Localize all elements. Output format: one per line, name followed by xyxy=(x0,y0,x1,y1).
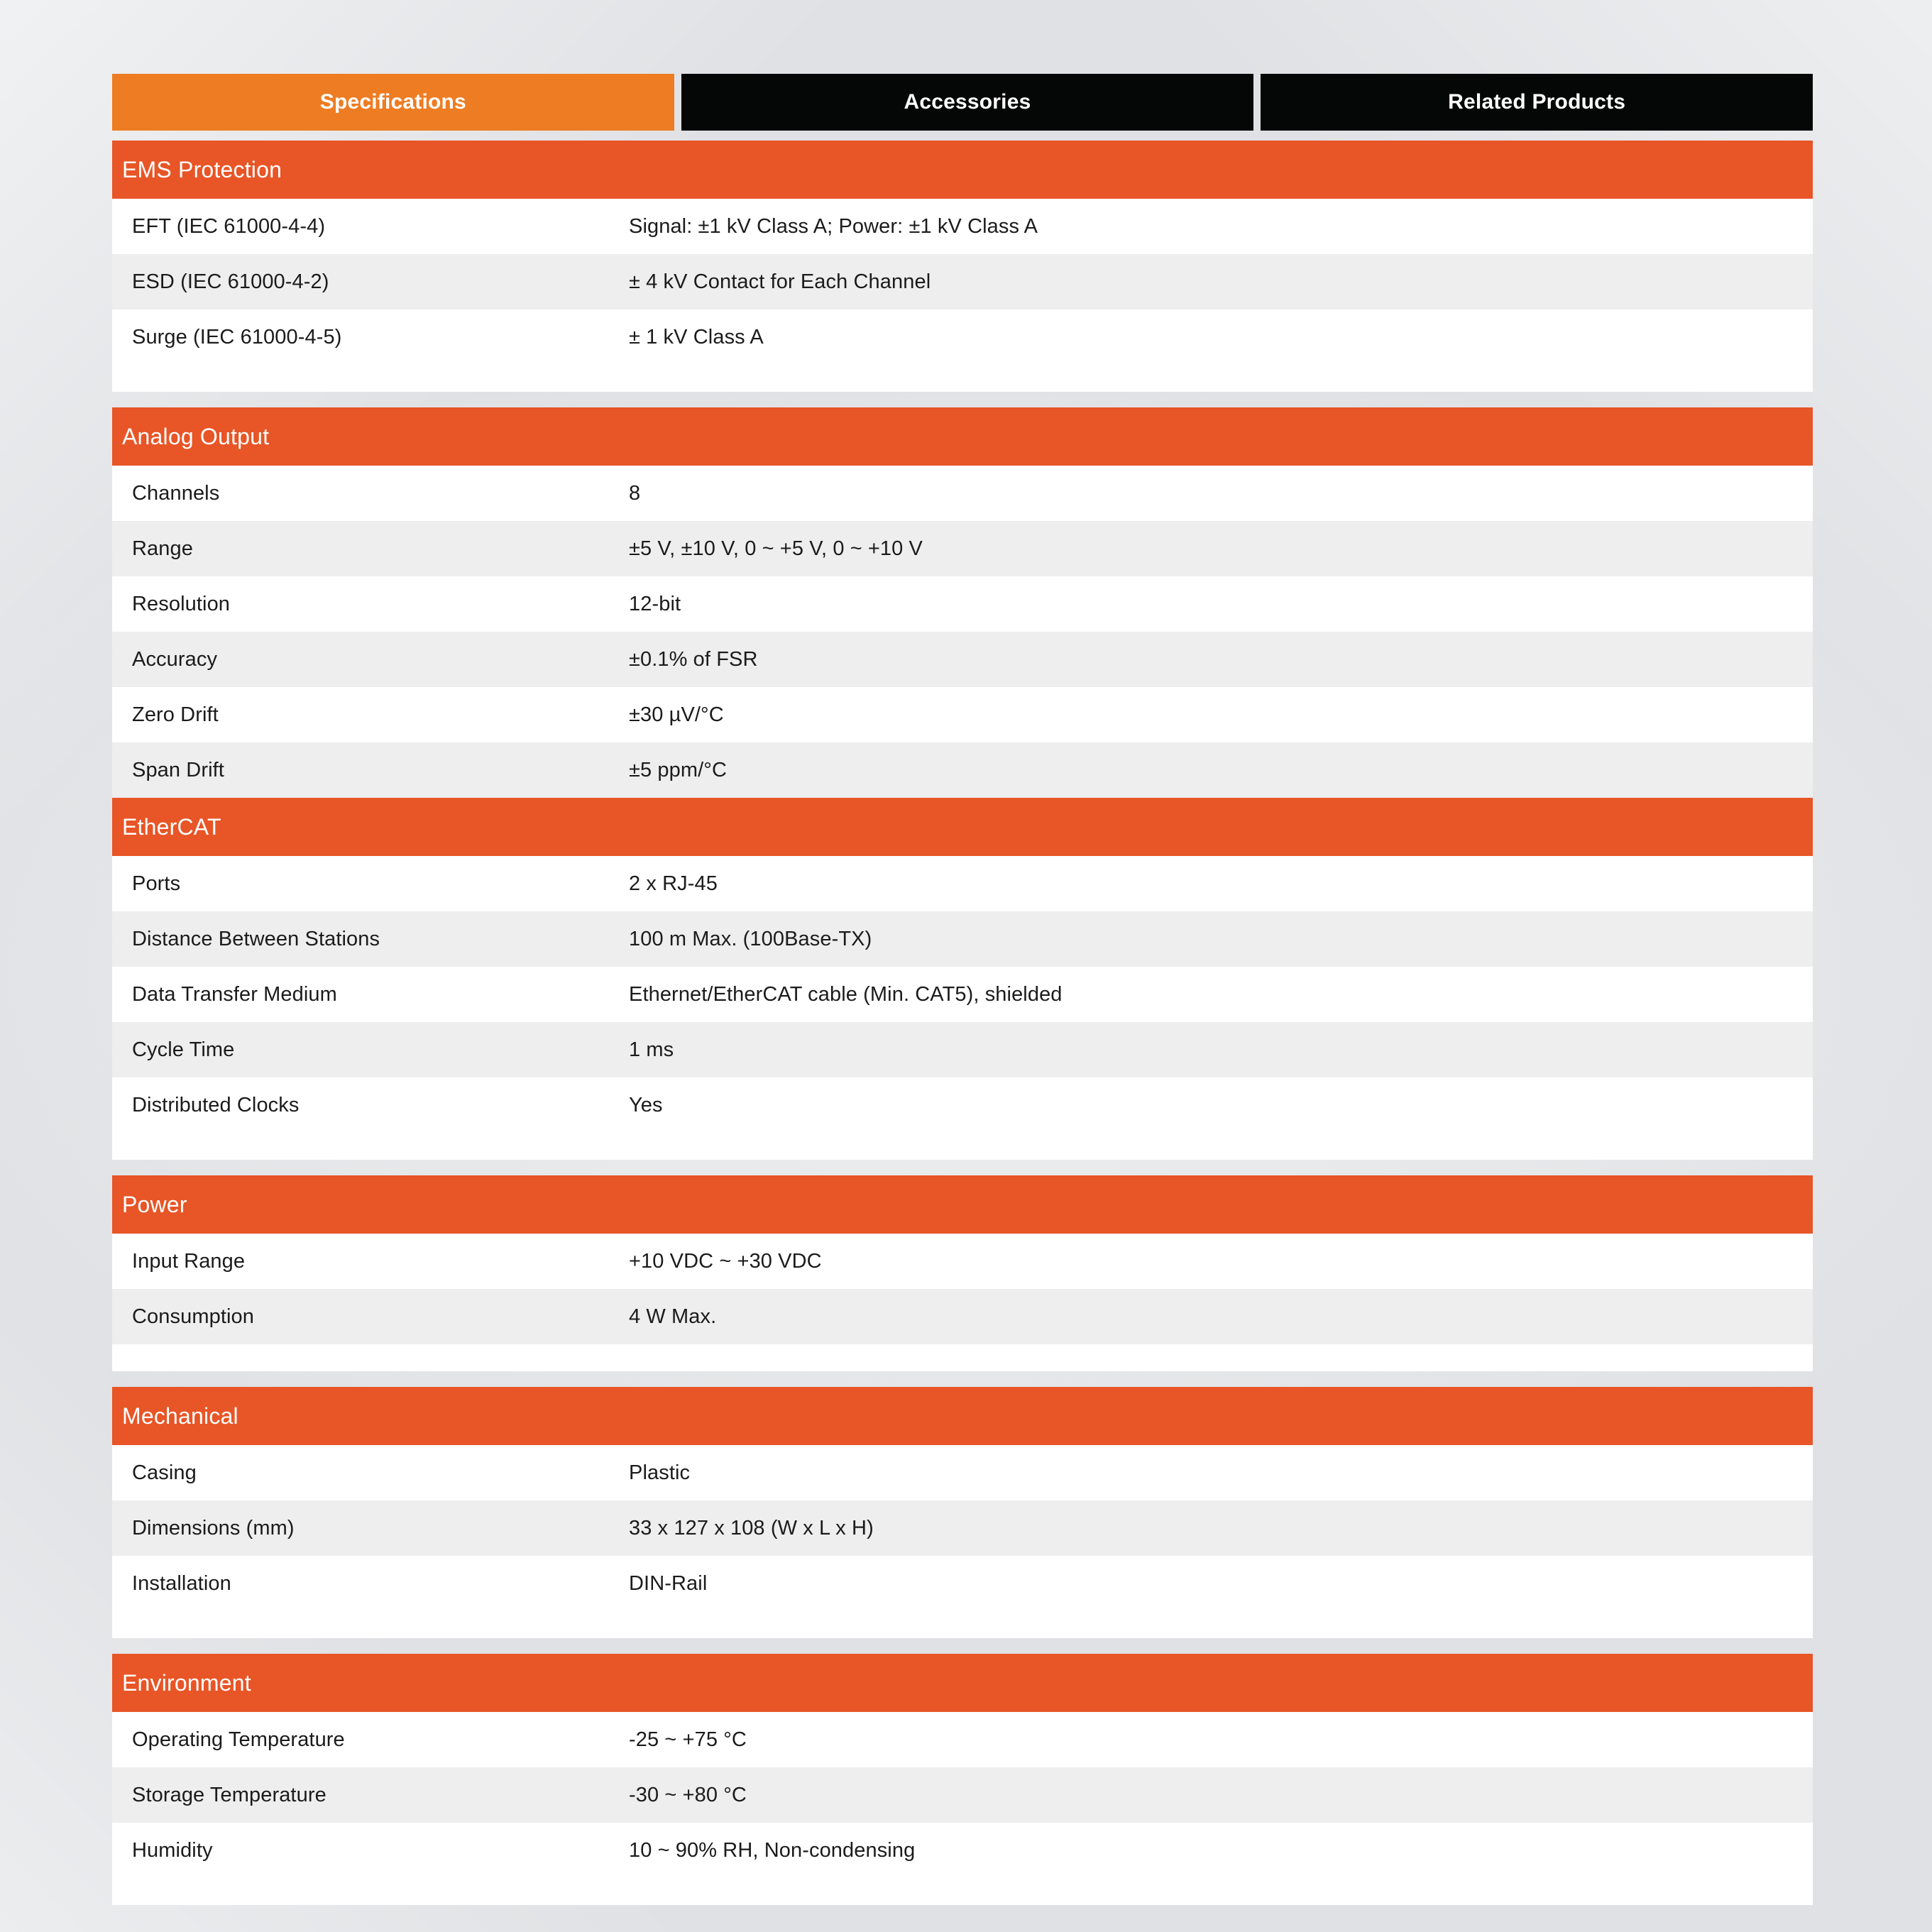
spec-value: 100 m Max. (100Base-TX) xyxy=(629,927,872,950)
section-header: Analog Output xyxy=(112,407,1813,466)
table-row: Consumption 4 W Max. xyxy=(112,1289,1813,1344)
spec-value: ±30 µV/°C xyxy=(629,703,724,726)
spec-value: -25 ~ +75 °C xyxy=(629,1728,747,1751)
spec-value: 4 W Max. xyxy=(629,1305,717,1328)
spec-value: 12-bit xyxy=(629,592,681,615)
section-header: Power xyxy=(112,1175,1813,1234)
table-row: Distance Between Stations 100 m Max. (100… xyxy=(112,911,1813,967)
specifications-page: Specifications Accessories Related Product… xyxy=(112,0,1813,1932)
spec-label: ESD (IEC 61000-4-2) xyxy=(132,270,329,293)
spec-label: Accuracy xyxy=(132,647,218,671)
spec-label: Distributed Clocks xyxy=(132,1093,300,1116)
table-row: Cycle Time 1 ms xyxy=(112,1022,1813,1077)
spec-value: Plastic xyxy=(629,1461,691,1484)
spec-label: Zero Drift xyxy=(132,703,219,726)
spec-label: Consumption xyxy=(132,1305,254,1328)
section-mechanical: Mechanical Casing Plastic Dimensions (mm) 33… xyxy=(112,1387,1813,1638)
section-tail-spacer xyxy=(112,1133,1813,1160)
spec-label: Channels xyxy=(132,481,220,505)
table-row: Channels 8 xyxy=(112,466,1813,521)
table-row: Installation DIN-Rail xyxy=(112,1556,1813,1611)
table-row: Span Drift ±5 ppm/°C xyxy=(112,742,1813,798)
spec-label: Data Transfer Medium xyxy=(132,982,337,1006)
spec-label: Installation xyxy=(132,1571,231,1595)
section-tail-spacer xyxy=(112,365,1813,392)
table-row: Humidity 10 ~ 90% RH, Non-condensing xyxy=(112,1823,1813,1878)
spec-label: Span Drift xyxy=(132,758,224,781)
spec-label: EFT (IEC 61000-4-4) xyxy=(132,214,326,238)
spec-label: Ports xyxy=(132,872,181,895)
table-row: Distributed Clocks Yes xyxy=(112,1077,1813,1133)
spec-value: Ethernet/EtherCAT cable (Min. CAT5), shi… xyxy=(629,982,1063,1006)
spec-label: Dimensions (mm) xyxy=(132,1516,295,1539)
spec-value: ± 4 kV Contact for Each Channel xyxy=(629,270,931,293)
table-row: ESD (IEC 61000-4-2) ± 4 kV Contact for Ea… xyxy=(112,254,1813,309)
spec-value: 1 ms xyxy=(629,1038,674,1061)
tab-related-products[interactable]: Related Products xyxy=(1261,74,1813,131)
table-row: Data Transfer Medium Ethernet/EtherCAT ca… xyxy=(112,967,1813,1022)
section-tail-spacer xyxy=(112,1878,1813,1905)
spec-value: ±5 ppm/°C xyxy=(629,758,728,781)
spec-value: 2 x RJ-45 xyxy=(629,872,718,895)
section-analog-output: Analog Output Channels 8 Range ±5 V, ±10 V, … xyxy=(112,407,1813,798)
section-environment: Environment Operating Temperature -25 ~ +7… xyxy=(112,1654,1813,1905)
spec-value: DIN-Rail xyxy=(629,1571,708,1595)
section-tail-spacer xyxy=(112,1344,1813,1371)
spec-value: Signal: ±1 kV Class A; Power: ±1 kV Clas… xyxy=(629,214,1038,238)
table-row: Storage Temperature -30 ~ +80 °C xyxy=(112,1767,1813,1823)
table-row: Ports 2 x RJ-45 xyxy=(112,856,1813,911)
section-tail-spacer xyxy=(112,1611,1813,1638)
spec-label: Cycle Time xyxy=(132,1038,235,1061)
table-row: Resolution 12-bit xyxy=(112,576,1813,632)
section-ems-protection: EMS Protection EFT (IEC 61000-4-4) Signal:… xyxy=(112,141,1813,392)
table-row: Dimensions (mm) 33 x 127 x 108 (W x L x H… xyxy=(112,1500,1813,1556)
spec-label: Input Range xyxy=(132,1249,246,1273)
spec-value: Yes xyxy=(629,1093,663,1116)
tab-accessories[interactable]: Accessories xyxy=(681,74,1254,131)
table-row: Input Range +10 VDC ~ +30 VDC xyxy=(112,1234,1813,1289)
spec-value: -30 ~ +80 °C xyxy=(629,1783,747,1806)
section-header: EMS Protection xyxy=(112,141,1813,199)
tab-content-gap xyxy=(112,131,1813,141)
spec-value: ± 1 kV Class A xyxy=(629,325,764,348)
table-row: Zero Drift ±30 µV/°C xyxy=(112,687,1813,742)
spec-label: Operating Temperature xyxy=(132,1728,345,1751)
spec-value: 33 x 127 x 108 (W x L x H) xyxy=(629,1516,874,1539)
specifications-table: EMS Protection EFT (IEC 61000-4-4) Signal:… xyxy=(112,141,1813,1905)
table-row: Casing Plastic xyxy=(112,1445,1813,1500)
spec-value: 8 xyxy=(629,481,641,505)
section-header: Mechanical xyxy=(112,1387,1813,1445)
product-tab-bar: Specifications Accessories Related Product… xyxy=(112,0,1813,131)
table-row: Operating Temperature -25 ~ +75 °C xyxy=(112,1712,1813,1767)
spec-label: Range xyxy=(132,537,193,560)
spec-label: Humidity xyxy=(132,1838,213,1862)
spec-value: ±0.1% of FSR xyxy=(629,647,758,671)
section-header: Environment xyxy=(112,1654,1813,1712)
table-row: Accuracy ±0.1% of FSR xyxy=(112,632,1813,687)
spec-value: 10 ~ 90% RH, Non-condensing xyxy=(629,1838,916,1862)
spec-value: ±5 V, ±10 V, 0 ~ +5 V, 0 ~ +10 V xyxy=(629,537,923,560)
spec-label: Surge (IEC 61000-4-5) xyxy=(132,325,342,348)
section-power: Power Input Range +10 VDC ~ +30 VDC Consump… xyxy=(112,1175,1813,1371)
section-ethercat: EtherCAT Ports 2 x RJ-45 Distance Between S… xyxy=(112,798,1813,1160)
section-header: EtherCAT xyxy=(112,798,1813,856)
table-row: EFT (IEC 61000-4-4) Signal: ±1 kV Class A… xyxy=(112,199,1813,254)
tab-specifications[interactable]: Specifications xyxy=(112,74,674,131)
table-row: Range ±5 V, ±10 V, 0 ~ +5 V, 0 ~ +10 V xyxy=(112,521,1813,576)
spec-label: Storage Temperature xyxy=(132,1783,326,1806)
spec-value: +10 VDC ~ +30 VDC xyxy=(629,1249,822,1273)
spec-label: Distance Between Stations xyxy=(132,927,380,950)
spec-label: Casing xyxy=(132,1461,197,1484)
page-bottom-padding xyxy=(112,1905,1813,1932)
spec-label: Resolution xyxy=(132,592,231,615)
table-row: Surge (IEC 61000-4-5) ± 1 kV Class A xyxy=(112,309,1813,365)
